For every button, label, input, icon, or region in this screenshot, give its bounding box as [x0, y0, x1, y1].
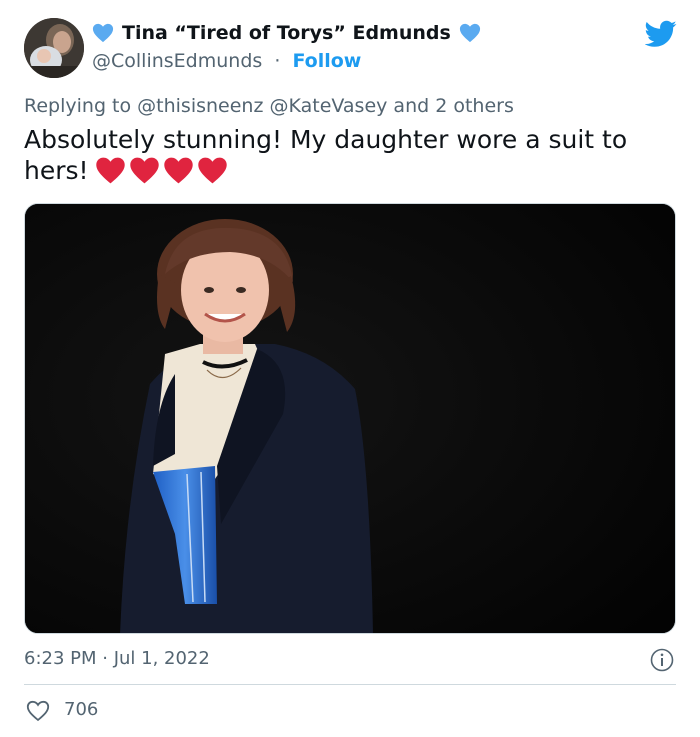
like-heart-icon[interactable] [26, 700, 50, 722]
blue-heart-icon [92, 23, 114, 43]
tweet-card: Tina “Tired of Torys” Edmunds @CollinsEd… [0, 0, 700, 737]
red-heart-icon [197, 157, 227, 183]
blue-heart-icon [459, 23, 480, 43]
separator-dot: · [274, 50, 281, 72]
author-handle-row: @CollinsEdmunds · Follow [92, 50, 361, 72]
red-heart-icon [95, 157, 125, 183]
like-count: 706 [64, 699, 99, 720]
tweet-text: Absolutely stunning! My daughter wore a … [24, 124, 674, 187]
avatar[interactable] [24, 18, 84, 78]
twitter-bird-icon[interactable] [645, 20, 677, 48]
follow-button[interactable]: Follow [292, 50, 361, 72]
author-display-name[interactable]: Tina “Tired of Torys” Edmunds [122, 22, 451, 44]
emoji-hearts [95, 156, 228, 185]
divider [24, 684, 676, 685]
author-name-row[interactable]: Tina “Tired of Torys” Edmunds [92, 22, 481, 44]
author-handle[interactable]: @CollinsEdmunds [92, 50, 262, 72]
tweet-photo[interactable] [24, 203, 676, 634]
red-heart-icon [163, 157, 193, 183]
reply-context: Replying to @thisisneenz @KateVasey and … [24, 95, 514, 117]
red-heart-icon [129, 157, 159, 183]
info-icon[interactable] [650, 648, 674, 672]
tweet-timestamp[interactable]: 6:23 PM · Jul 1, 2022 [24, 648, 210, 669]
